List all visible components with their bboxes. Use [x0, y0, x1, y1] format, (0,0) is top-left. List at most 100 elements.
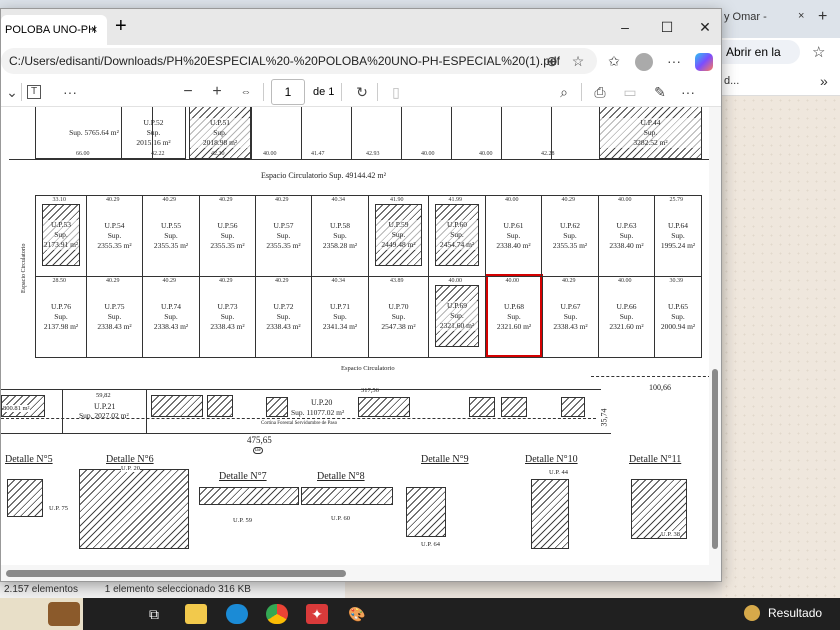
print-icon[interactable]: ⎙ — [589, 79, 611, 105]
lot-up-66[interactable]: U.P.66 Sup. 2321.60 m² — [598, 276, 655, 358]
lot-id: U.P.67 — [560, 302, 581, 311]
lot-sup-label: Sup. — [619, 312, 634, 321]
lot-up-60[interactable]: U.P.60 Sup. 2454.74 m² — [428, 195, 486, 277]
vertical-scrollbar[interactable] — [709, 107, 721, 565]
dim-label: 41.47 — [311, 151, 325, 157]
lot-area: 2000.94 m² — [660, 322, 696, 331]
lot-sup-label: Sup. — [146, 127, 161, 137]
lot-up-64[interactable]: U.P.64 Sup. 1995.24 m² — [654, 195, 702, 277]
lot-up-61[interactable]: U.P.61 Sup. 2338.40 m² — [485, 195, 542, 277]
background-tab-title[interactable]: y Omar - — [724, 11, 767, 23]
profile-avatar[interactable] — [635, 53, 653, 71]
moose-widget-icon[interactable] — [48, 602, 80, 626]
lot-id: U.P.62 — [559, 221, 580, 230]
lot-up-73[interactable]: U.P.73 Sup. 2338.43 m² — [199, 276, 256, 358]
toolbar-more-icon[interactable]: ··· — [59, 79, 81, 105]
dim-label: 40.29 — [219, 197, 233, 203]
task-view-icon[interactable]: ⧉ — [143, 604, 165, 624]
file-explorer-icon[interactable] — [185, 604, 207, 624]
page-view-icon[interactable]: ▯ — [385, 79, 407, 105]
horizontal-scroll-thumb[interactable] — [6, 570, 346, 577]
bookmarks-more-button[interactable]: » — [820, 73, 828, 89]
lot-area: 1995.24 m² — [660, 241, 696, 250]
lot-area: 2355.35 m² — [266, 241, 301, 250]
new-tab-button[interactable]: + — [115, 15, 127, 38]
lot-up-53[interactable]: U.P.53 Sup. 2173.91 m² — [35, 195, 87, 277]
lot-up-56[interactable]: U.P.56 Sup. 2355.35 m² — [199, 195, 256, 277]
fit-to-width-icon[interactable]: ⇔ — [235, 79, 257, 105]
url-input[interactable]: C:/Users/edisanti/Downloads/PH%20ESPECIA… — [1, 48, 597, 74]
favorite-star-icon[interactable]: ☆ — [567, 48, 589, 74]
lot-up-67[interactable]: U.P.67 Sup. 2338.43 m² — [542, 276, 599, 358]
lot-up-75[interactable]: U.P.75 Sup. 2338.43 m² — [86, 276, 143, 358]
dim-label: 40.00 — [421, 151, 435, 157]
lot-up-58[interactable]: U.P.58 Sup. 2358.28 m² — [311, 195, 369, 277]
paint-icon[interactable]: 🎨 — [346, 604, 368, 624]
pdf-more-button[interactable]: ··· — [677, 79, 699, 105]
lot-up-57[interactable]: U.P.57 Sup. 2355.35 m² — [255, 195, 312, 277]
bookmark-item[interactable]: d... — [724, 75, 739, 87]
zoom-out-button[interactable]: − — [177, 79, 199, 105]
chevron-down-icon[interactable]: ⌄ — [1, 79, 23, 105]
rotate-icon[interactable]: ↻ — [351, 79, 373, 105]
edge-icon[interactable] — [226, 604, 248, 624]
app-icon[interactable]: ✦ — [306, 604, 328, 624]
lot-up-65[interactable]: U.P.65 Sup. 2000.94 m² — [654, 276, 702, 358]
save-icon[interactable]: ▭ — [619, 79, 641, 105]
page-number-input[interactable]: 1 — [271, 79, 305, 105]
lot-id: U.P.61 — [503, 221, 524, 230]
lot-up-76[interactable]: U.P.76 Sup. 2137.98 m² — [35, 276, 87, 358]
lot-sup-label: Sup. — [563, 231, 577, 240]
lot-up-59[interactable]: U.P.59 Sup. 2449.48 m² — [368, 195, 429, 277]
favorites-icon[interactable]: ✩ — [603, 48, 625, 74]
lot-up-54[interactable]: U.P.54 Sup. 2355.35 m² — [86, 195, 143, 277]
detail-lot-label: U.P. 44 — [549, 469, 568, 476]
lot-up-68[interactable]: U.P.68 Sup. 2321.60 m² — [485, 276, 543, 358]
read-aloud-text-icon[interactable]: T — [27, 85, 41, 99]
vertical-scroll-thumb[interactable] — [712, 369, 718, 549]
plan-line — [9, 159, 709, 160]
curtain-label: Cortina Forestal Servidumbre de Paso — [261, 421, 338, 426]
lot-up-69[interactable]: U.P.69 Sup. 2321.60 m² — [428, 276, 486, 358]
background-tab-close[interactable]: × — [798, 10, 804, 22]
tab-close-icon[interactable]: × — [91, 15, 97, 45]
zoom-in-button[interactable]: + — [206, 79, 228, 105]
zoom-icon[interactable]: ⊕ — [541, 48, 563, 74]
save-as-icon[interactable]: ✎ — [649, 79, 671, 105]
more-menu-icon[interactable]: ··· — [663, 48, 685, 74]
maximize-button[interactable]: ☐ — [647, 13, 687, 41]
lot-up-70[interactable]: U.P.70 Sup. 2547.38 m² — [368, 276, 429, 358]
chrome-icon[interactable] — [266, 604, 288, 624]
marker-circle: lae — [253, 447, 263, 454]
lot-area: 2173.91 m² — [43, 240, 79, 250]
lot-sup-label: Sup. — [507, 312, 521, 321]
hatched-area — [469, 397, 495, 417]
search-icon[interactable]: ⌕ — [553, 79, 575, 105]
lot-area: 2321.60 m² — [496, 322, 532, 331]
lot-up-74[interactable]: U.P.74 Sup. 2338.43 m² — [142, 276, 200, 358]
close-button[interactable]: ✕ — [685, 13, 725, 41]
lot-up-63[interactable]: U.P.63 Sup. 2338.40 m² — [598, 195, 655, 277]
weather-icon[interactable] — [744, 605, 760, 621]
lot-up-71[interactable]: U.P.71 Sup. 2341.34 m² — [311, 276, 369, 358]
background-new-tab[interactable]: + — [818, 8, 827, 26]
lot-sup-label: Sup. — [43, 230, 79, 240]
copilot-icon[interactable] — [695, 53, 713, 71]
bookmark-star-icon[interactable]: ☆ — [812, 43, 825, 61]
horizontal-scrollbar[interactable] — [1, 565, 721, 581]
lot-up-62[interactable]: U.P.62 Sup. 2355.35 m² — [541, 195, 599, 277]
weather-label[interactable]: Resultado — [768, 606, 822, 620]
plan-line — [551, 107, 552, 159]
minimize-button[interactable]: – — [605, 13, 645, 41]
lot-up-72[interactable]: U.P.72 Sup. 2338.43 m² — [255, 276, 312, 358]
lot-sup-label: Sup. — [164, 312, 178, 321]
lot-U.P.44[interactable]: U.P.44 Sup. 3282.52 m² — [599, 107, 702, 159]
lot-sup-label: Sup. — [333, 312, 347, 321]
pdf-document[interactable]: Espacio Circulatorio Sup. 49144.42 m² Es… — [1, 107, 709, 565]
address-bar-row: C:/Users/edisanti/Downloads/PH%20ESPECIA… — [1, 45, 721, 77]
lot-up-55[interactable]: U.P.55 Sup. 2355.35 m² — [142, 195, 200, 277]
dim-label: 35,74 — [599, 408, 609, 427]
tab-pdf[interactable]: POLOBA UNO-PH × — [1, 15, 107, 45]
lot-area: 2449.48 m² — [376, 240, 421, 250]
lot-id: U.P.71 — [329, 302, 350, 311]
